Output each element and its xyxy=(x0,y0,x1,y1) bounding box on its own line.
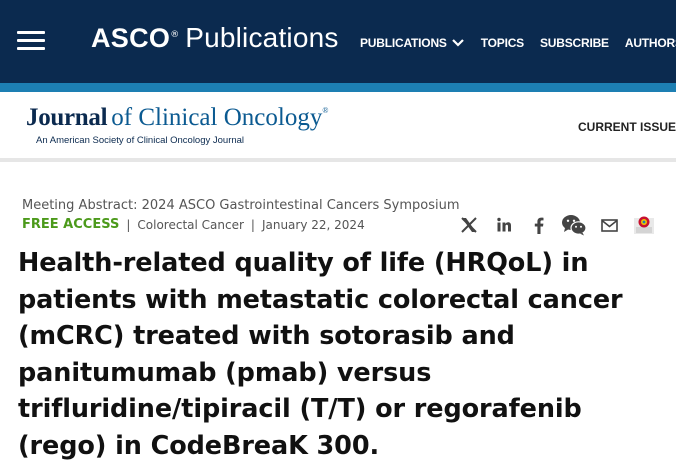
jco-title-rest: of Clinical Oncology xyxy=(111,104,323,131)
wechat-icon xyxy=(562,215,587,236)
brand-asco: ASCO xyxy=(91,23,171,53)
share-linkedin-button[interactable] xyxy=(491,213,517,237)
jco-registered-mark: ® xyxy=(322,106,329,115)
nav-authors[interactable]: AUTHORS xyxy=(625,36,676,50)
current-issue-link[interactable]: CURRENT ISSUE xyxy=(578,120,676,134)
accent-bar xyxy=(0,83,676,92)
access-badge: FREE ACCESS xyxy=(22,217,120,232)
share-mendeley-button[interactable] xyxy=(631,213,657,237)
jco-subtitle: An American Society of Clinical Oncology… xyxy=(36,135,245,146)
share-facebook-button[interactable] xyxy=(526,213,552,237)
nav-publications[interactable]: PUBLICATIONS xyxy=(360,36,465,50)
nav-subscribe[interactable]: SUBSCRIBE xyxy=(540,36,609,50)
mendeley-icon xyxy=(634,216,654,234)
meeting-abstract-label: Meeting Abstract: 2024 ASCO Gastrointest… xyxy=(22,198,460,213)
x-icon xyxy=(461,217,477,233)
journal-header: Journal of Clinical Oncology® An American… xyxy=(0,92,676,162)
main-nav: PUBLICATIONS TOPICS SUBSCRIBE AUTHORS xyxy=(360,36,676,50)
nav-publications-label: PUBLICATIONS xyxy=(360,36,447,50)
share-x-button[interactable] xyxy=(456,213,482,237)
jco-title-journal: Journal xyxy=(26,104,108,131)
article-date: January 22, 2024 xyxy=(261,217,365,232)
meta-separator: | xyxy=(126,217,131,232)
meta-separator: | xyxy=(250,217,255,232)
share-wechat-button[interactable] xyxy=(561,213,587,237)
nav-subscribe-label: SUBSCRIBE xyxy=(539,36,609,50)
asco-publications-logo[interactable]: ASCO ® Publications xyxy=(91,22,339,62)
nav-topics[interactable]: TOPICS xyxy=(481,36,524,50)
article-title: Health-related quality of life (HRQoL) i… xyxy=(18,248,623,461)
share-email-button[interactable] xyxy=(596,213,622,237)
jco-title: Journal of Clinical Oncology® xyxy=(26,105,328,136)
nav-topics-label: TOPICS xyxy=(480,36,524,50)
article-category[interactable]: Colorectal Cancer xyxy=(137,218,244,232)
chevron-down-icon xyxy=(451,39,464,47)
article-meta: FREE ACCESS | Colorectal Cancer | Januar… xyxy=(22,217,365,232)
brand-registered-mark: ® xyxy=(170,30,180,40)
nav-authors-label: AUTHORS xyxy=(624,36,676,50)
share-bar xyxy=(456,213,657,237)
linkedin-icon xyxy=(497,217,511,232)
brand-publications: Publications xyxy=(185,22,339,53)
jco-logo[interactable]: Journal of Clinical Oncology® An American… xyxy=(26,105,328,147)
menu-icon[interactable] xyxy=(17,29,45,51)
email-icon xyxy=(600,218,618,232)
facebook-icon xyxy=(534,217,544,234)
top-navigation-bar: ASCO ® Publications PUBLICATIONS TOPICS … xyxy=(0,0,676,83)
